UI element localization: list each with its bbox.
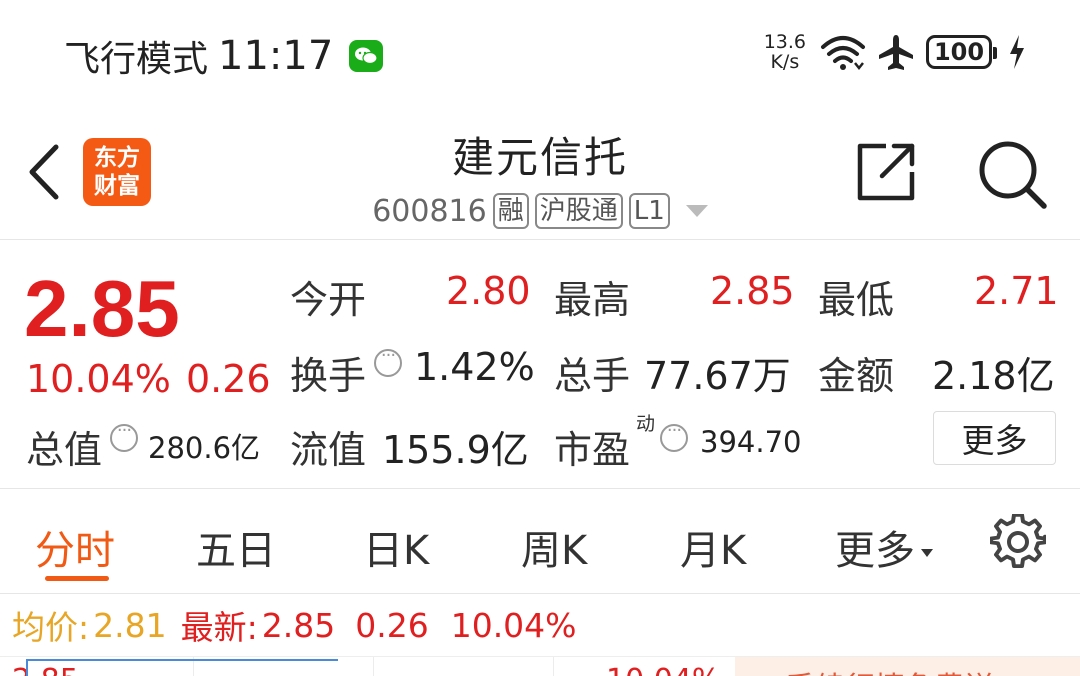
stock-title[interactable]: 建元信托 600816 融 沪股通 L1 — [300, 124, 780, 229]
active-tab-indicator — [45, 576, 109, 581]
stock-code: 600816 — [372, 193, 487, 229]
amount-value: 2.18亿 — [932, 354, 1055, 398]
chart-tabs: 分时 五日 日K 周K 月K 更多 — [0, 490, 1080, 594]
share-icon — [857, 143, 915, 201]
intraday-chart[interactable]: 2.85 10.04% 手续行情免费送 — [0, 656, 1080, 676]
net-speed: 13.6 K/s — [764, 32, 806, 72]
high-label: 最高 — [554, 278, 631, 322]
airplane-mode-text: 飞行模式 — [64, 39, 209, 80]
promo-banner-text: 手续行情免费送 — [785, 663, 995, 676]
volume-value: 77.67万 — [644, 354, 791, 398]
open-label: 今开 — [290, 278, 367, 322]
charging-icon — [1010, 35, 1024, 69]
wechat-icon — [355, 47, 378, 65]
wechat-notification-icon — [349, 40, 384, 72]
margin-tag: 融 — [492, 193, 529, 229]
stock-name: 建元信托 — [451, 133, 628, 182]
status-bar: 飞行模式 11:17 13.6 K/s 100 — [0, 0, 1080, 104]
tab-five-day[interactable]: 五日 — [196, 518, 276, 576]
chart-grid-line — [373, 657, 374, 676]
tab-more-label: 更多 — [835, 528, 915, 574]
turnover-label: 换手 — [290, 354, 367, 398]
eastmoney-logo[interactable]: 东方 财富 — [83, 138, 151, 206]
total-value: 280.6亿 — [148, 431, 261, 465]
logo-line2: 财富 — [94, 173, 140, 199]
latest-price-value: 2.85 — [261, 605, 336, 645]
float-value: 155.9亿 — [382, 428, 529, 472]
latest-change-percent: 10.04% — [450, 605, 577, 645]
change-amount: 0.26 — [186, 357, 271, 401]
battery-icon: 100 — [926, 35, 997, 69]
pe-superscript: 动 — [636, 413, 656, 435]
back-button[interactable] — [22, 140, 66, 204]
chart-grid-line — [553, 657, 554, 676]
net-speed-value: 13.6 — [763, 31, 806, 53]
share-button[interactable] — [856, 140, 918, 204]
pe-label: 市盈 — [554, 428, 631, 472]
search-button[interactable] — [976, 138, 1048, 210]
amount-label: 金额 — [818, 354, 895, 398]
caret-down-icon[interactable] — [685, 205, 708, 217]
quote-panel: 2.85 10.04% 0.26 总值 280.6亿 今开 2.80 最高 2.… — [0, 241, 1080, 489]
high-value: 2.85 — [710, 269, 795, 313]
clock: 11:17 — [218, 33, 334, 79]
chart-settings-button[interactable] — [989, 512, 1047, 570]
chevron-left-icon — [29, 144, 59, 200]
latest-price-label: 最新: — [180, 608, 258, 647]
status-right: 13.6 K/s 100 — [764, 32, 1026, 72]
pe-value: 394.70 — [700, 425, 802, 459]
caret-down-icon — [921, 549, 933, 557]
turnover-value: 1.42% — [414, 345, 535, 389]
status-left: 飞行模式 11:17 — [64, 30, 384, 82]
float-value-label: 流值 — [290, 428, 367, 472]
airplane-icon — [879, 35, 913, 70]
chart-price-line — [26, 659, 338, 661]
level-tag: L1 — [628, 193, 670, 229]
stock-connect-tag: 沪股通 — [534, 193, 623, 229]
pe-info-icon[interactable] — [660, 420, 688, 452]
chart-top-price-label: 2.85 — [12, 663, 79, 676]
chart-price-line-start — [26, 659, 28, 676]
open-value: 2.80 — [446, 269, 531, 313]
tab-weekly-k[interactable]: 周K — [521, 518, 587, 576]
low-value: 2.71 — [974, 269, 1059, 313]
chart-top-percent-label: 10.04% — [606, 663, 720, 676]
turnover-info-icon[interactable] — [374, 345, 402, 377]
tab-daily-k[interactable]: 日K — [363, 518, 429, 576]
latest-change: 0.26 — [355, 605, 429, 645]
tab-monthly-k[interactable]: 月K — [680, 518, 746, 576]
net-speed-unit: K/s — [770, 51, 800, 73]
volume-label: 总手 — [554, 354, 631, 398]
low-label: 最低 — [818, 278, 895, 322]
avg-price-label: 均价: — [12, 608, 90, 647]
total-value-info-icon[interactable] — [110, 420, 138, 452]
avg-price-value: 2.81 — [93, 605, 167, 645]
tab-more[interactable]: 更多 — [835, 518, 933, 576]
gear-icon — [989, 512, 1047, 569]
price-summary-bar: 均价: 2.81 最新: 2.85 0.26 10.04% — [0, 595, 1080, 655]
stock-header: 东方 财富 建元信托 600816 融 沪股通 L1 — [0, 104, 1080, 240]
tab-intraday[interactable]: 分时 — [35, 518, 115, 576]
stock-subline: 600816 融 沪股通 L1 — [300, 193, 780, 229]
search-icon — [979, 141, 1047, 209]
more-quote-button[interactable]: 更多 — [933, 411, 1056, 465]
total-value-label: 总值 — [26, 428, 103, 472]
logo-line1: 东方 — [94, 145, 140, 171]
wifi-icon — [821, 36, 865, 71]
change-percent: 10.04% — [26, 357, 171, 401]
current-price: 2.85 — [24, 264, 180, 353]
promo-banner[interactable]: 手续行情免费送 — [735, 657, 1080, 676]
